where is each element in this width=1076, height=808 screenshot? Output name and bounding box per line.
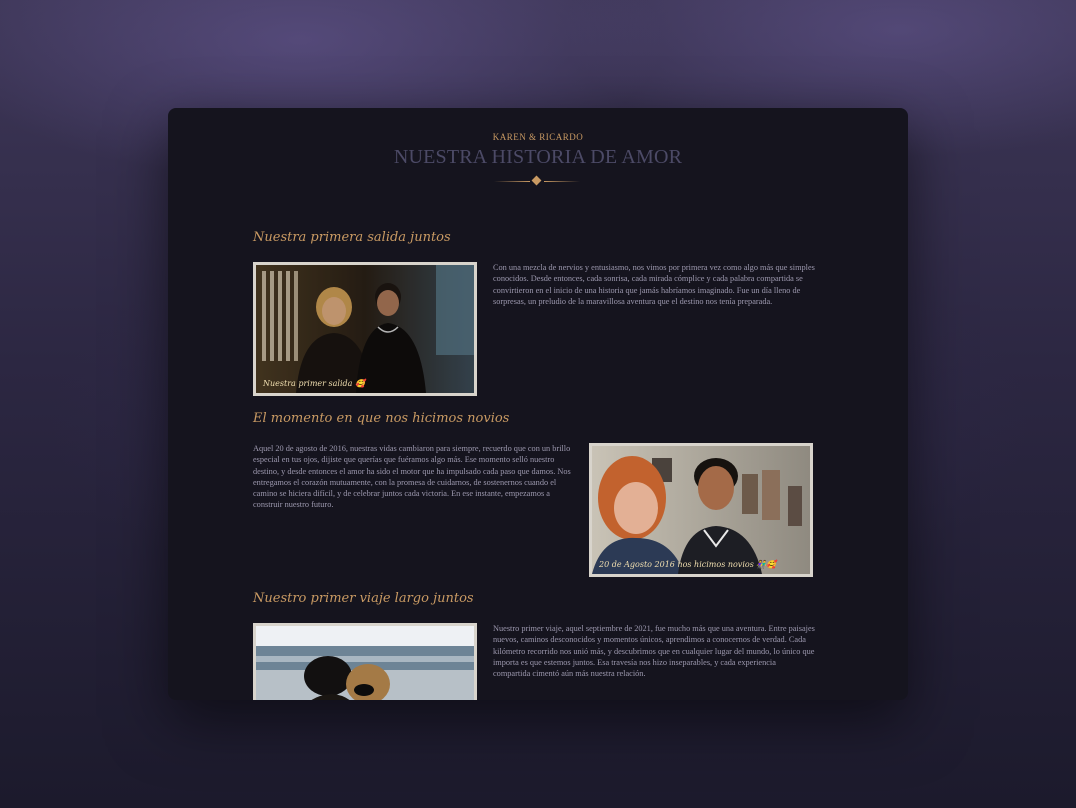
story-card: KAREN & RICARDO NUESTRA HISTORIA DE AMOR… [168,108,908,700]
photo-first-date-image [256,265,474,393]
ornament-divider [494,175,580,186]
photo-caption: Nuestra primer salida 🥰 [263,379,365,388]
photo-dating[interactable]: 20 de Agosto 2016 nos hicimos novios 👫🥰 [589,443,813,577]
section-text-first-trip: Nuestro primer viaje, aquel septiembre d… [493,624,815,679]
section-title-first-trip: Nuestro primer viaje largo juntos [253,591,474,606]
section-text-first-date: Con una mezcla de nervios y entusiasmo, … [493,263,815,306]
photo-first-trip-image [256,626,474,700]
couple-names: KAREN & RICARDO [492,132,584,142]
divider-line-right [544,181,580,182]
diamond-icon [531,175,542,186]
divider-line-left [494,181,530,182]
photo-first-date[interactable]: Nuestra primer salida 🥰 [253,262,477,396]
photo-first-trip[interactable] [253,623,477,700]
photo-caption: 20 de Agosto 2016 nos hicimos novios 👫🥰 [599,560,777,569]
section-title-dating: El momento en que nos hicimos novios [253,411,510,426]
page-title: NUESTRA HISTORIA DE AMOR [393,146,683,168]
photo-dating-image [592,446,810,574]
section-title-first-date: Nuestra primera salida juntos [253,230,451,245]
section-text-dating: Aquel 20 de agosto de 2016, nuestras vid… [253,444,571,510]
